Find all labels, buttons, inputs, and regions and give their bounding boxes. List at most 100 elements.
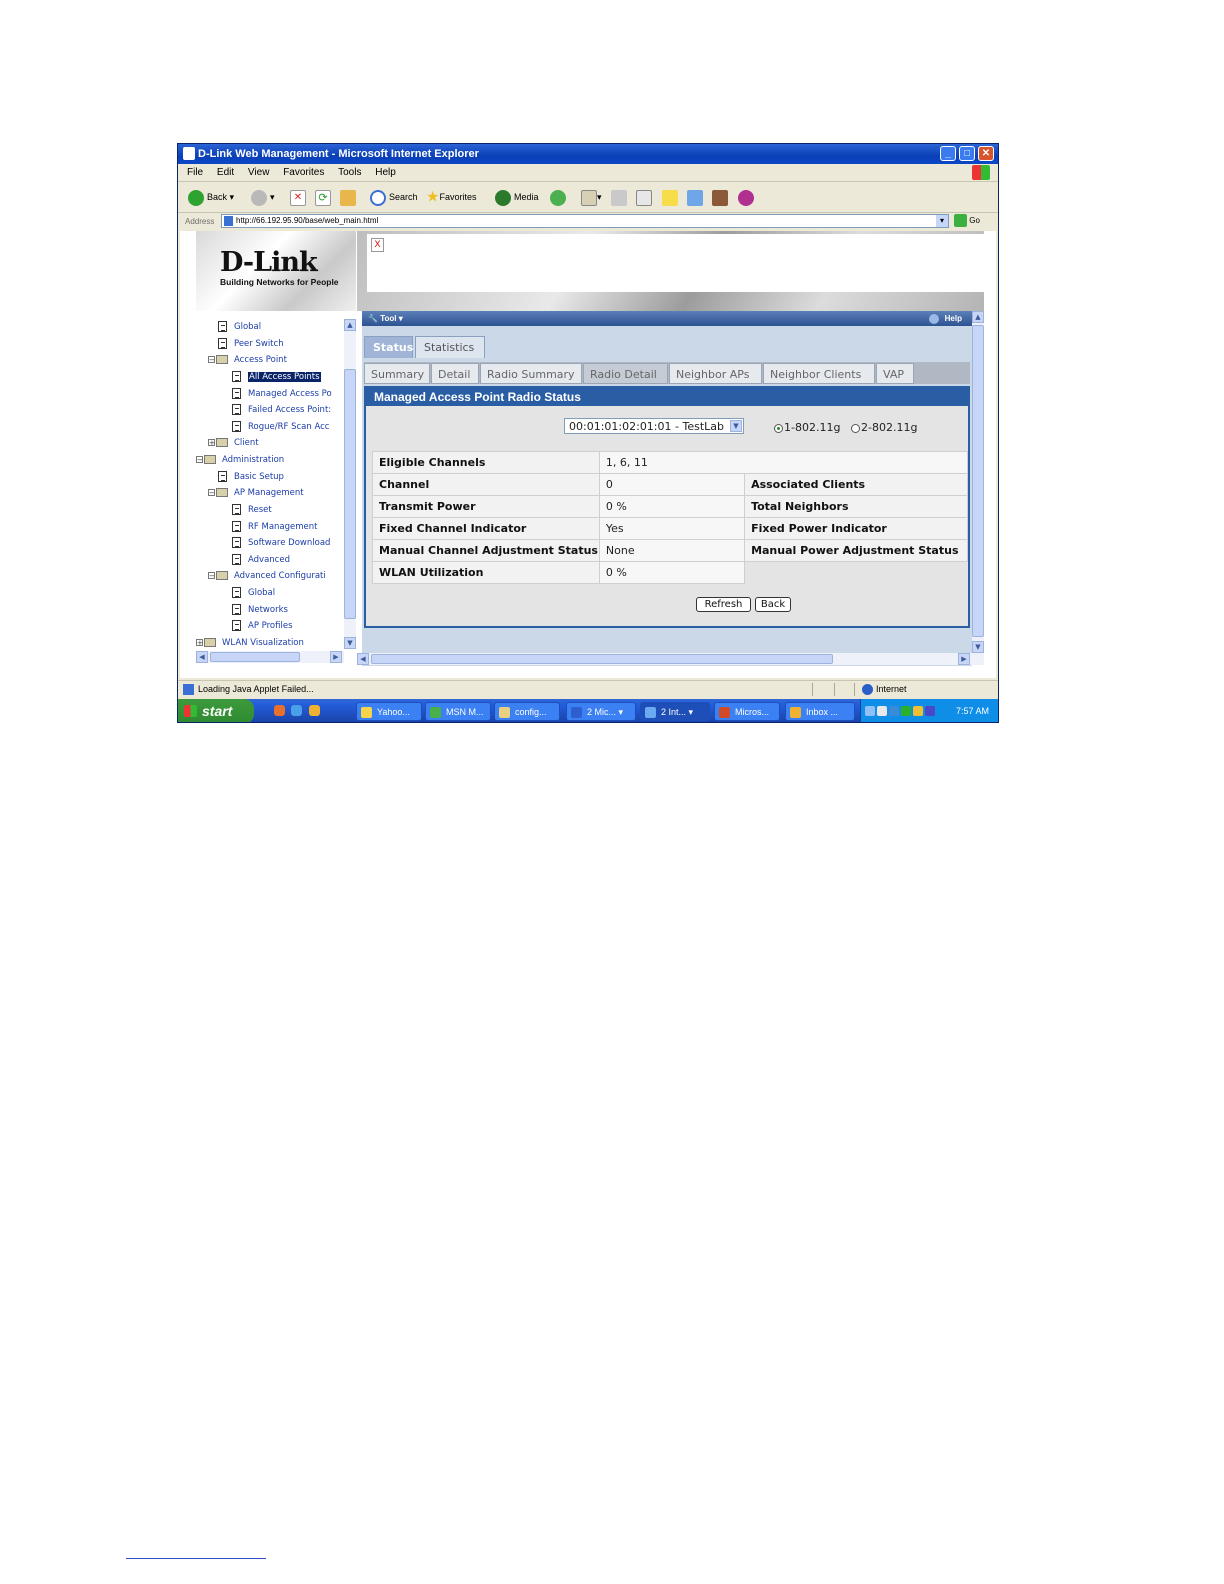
task-config[interactable]: config...	[494, 702, 560, 721]
menu-edit[interactable]: Edit	[217, 167, 234, 178]
print-button[interactable]	[611, 188, 627, 206]
media-button[interactable]: Media	[495, 188, 539, 206]
tab-detail[interactable]: Detail	[431, 363, 479, 384]
menu-favorites[interactable]: Favorites	[283, 167, 324, 178]
nav-item-ap-profiles[interactable]: AP Profiles	[232, 618, 293, 634]
history-button[interactable]	[550, 188, 569, 206]
tab-radio-summary[interactable]: Radio Summary	[480, 363, 582, 384]
tab-radio-detail[interactable]: Radio Detail	[583, 363, 668, 384]
tab-statistics[interactable]: Statistics	[415, 336, 485, 358]
nav-item-software-download[interactable]: Software Download	[232, 535, 330, 551]
nav-item-managed-access-points[interactable]: Managed Access Po	[232, 386, 332, 402]
mail-button[interactable]: ▾	[581, 188, 602, 206]
nav-vertical-scrollbar[interactable]: ▲ ▼	[344, 319, 356, 649]
tool-menu[interactable]: 🔧 Tool ▾	[368, 311, 403, 326]
nav-item-ap-management[interactable]: − AP Management	[208, 485, 304, 501]
tray-icon[interactable]	[877, 706, 887, 716]
tray-icon[interactable]	[865, 706, 875, 716]
nav-item-global-config[interactable]: Global	[232, 585, 275, 601]
yahoo-button[interactable]	[738, 188, 757, 206]
nav-item-failed-access-points[interactable]: Failed Access Point:	[232, 402, 331, 418]
expand-icon[interactable]: +	[196, 639, 203, 647]
messenger-button[interactable]	[712, 188, 728, 206]
task-msn[interactable]: MSN M...	[425, 702, 491, 721]
nav-hscroll-thumb[interactable]	[210, 652, 300, 662]
content-vertical-scrollbar[interactable]: ▲ ▼	[972, 311, 984, 653]
expand-icon[interactable]: +	[208, 439, 215, 447]
collapse-icon[interactable]: −	[208, 356, 215, 364]
ap-select-dropdown[interactable]: 00:01:01:02:01:01 - TestLab ▼	[564, 418, 744, 434]
scroll-right-icon[interactable]: ▶	[958, 653, 970, 665]
nav-item-administration[interactable]: − Administration	[196, 452, 284, 468]
nav-item-advanced[interactable]: Advanced	[232, 552, 290, 568]
task-yahoo[interactable]: Yahoo...	[356, 702, 422, 721]
network-icon[interactable]	[889, 706, 899, 716]
address-input[interactable]: http://66.192.95.90/base/web_main.html ▾	[221, 214, 949, 228]
collapse-icon[interactable]: −	[208, 489, 215, 497]
ie-icon[interactable]	[291, 705, 302, 716]
nav-item-rf-management[interactable]: RF Management	[232, 519, 318, 535]
scroll-left-icon[interactable]: ◀	[357, 653, 369, 665]
collapse-icon[interactable]: −	[196, 456, 203, 464]
forward-button[interactable]: ▾	[251, 188, 275, 206]
nav-item-access-point[interactable]: − Access Point	[208, 352, 287, 368]
favorites-button[interactable]: ★Favorites	[426, 188, 476, 206]
stop-button[interactable]: ✕	[290, 188, 306, 206]
chevron-down-icon[interactable]: ▼	[730, 420, 742, 432]
quicklaunch-icon[interactable]	[274, 705, 285, 716]
go-button[interactable]: Go	[954, 214, 980, 228]
nav-item-client[interactable]: + Client	[208, 435, 259, 451]
chevron-down-icon[interactable]: ▾	[936, 215, 948, 227]
help-button[interactable]: Help	[929, 311, 962, 326]
nav-item-wlan-visualization[interactable]: + WLAN Visualization	[196, 635, 304, 649]
refresh-page-button[interactable]: ⟳	[315, 188, 331, 206]
scroll-right-icon[interactable]: ▶	[330, 651, 342, 663]
close-button[interactable]: ✕	[978, 146, 994, 161]
search-button[interactable]: Search	[370, 188, 418, 206]
refresh-button[interactable]: Refresh	[696, 597, 751, 612]
nav-item-basic-setup[interactable]: Basic Setup	[218, 469, 284, 485]
nav-item-rogue-rf-scan[interactable]: Rogue/RF Scan Acc	[232, 419, 329, 435]
maximize-button[interactable]: □	[959, 146, 975, 161]
nav-item-all-access-points[interactable]: All Access Points	[232, 369, 321, 385]
tab-neighbor-aps[interactable]: Neighbor APs	[669, 363, 762, 384]
menu-tools[interactable]: Tools	[338, 167, 361, 178]
radio-button-unchecked[interactable]	[851, 423, 860, 433]
menu-view[interactable]: View	[248, 167, 270, 178]
back-button[interactable]: Back ▾	[188, 188, 234, 206]
research-button[interactable]	[687, 188, 703, 206]
scroll-down-icon[interactable]: ▼	[972, 641, 984, 653]
notes-button[interactable]	[662, 188, 678, 206]
nav-item-advanced-configuration[interactable]: − Advanced Configurati	[208, 568, 326, 584]
nav-scroll-thumb[interactable]	[344, 369, 356, 619]
task-microsoft[interactable]: Micros...	[714, 702, 780, 721]
task-microsoft-word[interactable]: 2 Mic... ▾	[566, 702, 636, 721]
radio-option-2[interactable]: 2-802.11g	[851, 421, 917, 434]
menu-help[interactable]: Help	[375, 167, 396, 178]
scroll-up-icon[interactable]: ▲	[972, 311, 984, 323]
start-button[interactable]: start	[178, 699, 254, 722]
task-internet-explorer[interactable]: 2 Int... ▾	[640, 702, 710, 721]
menu-file[interactable]: File	[187, 167, 203, 178]
nav-item-peer-switch[interactable]: Peer Switch	[218, 336, 284, 352]
task-inbox[interactable]: Inbox ...	[785, 702, 855, 721]
nav-horizontal-scrollbar[interactable]: ◀ ▶	[196, 651, 344, 663]
content-horizontal-scrollbar[interactable]: ◀ ▶	[357, 653, 984, 665]
scroll-left-icon[interactable]: ◀	[196, 651, 208, 663]
minimize-button[interactable]: _	[940, 146, 956, 161]
scroll-up-icon[interactable]: ▲	[344, 319, 356, 331]
tab-status[interactable]: Status	[364, 336, 413, 358]
tab-summary[interactable]: Summary	[364, 363, 430, 384]
tray-icon[interactable]	[901, 706, 911, 716]
content-hscroll-thumb[interactable]	[371, 654, 833, 664]
collapse-icon[interactable]: −	[208, 572, 215, 580]
volume-icon[interactable]	[913, 706, 923, 716]
tray-icon[interactable]	[925, 706, 935, 716]
content-scroll-thumb[interactable]	[972, 325, 984, 637]
tab-vap[interactable]: VAP	[876, 363, 914, 384]
edit-button[interactable]	[636, 188, 652, 206]
nav-item-reset[interactable]: Reset	[232, 502, 272, 518]
outlook-icon[interactable]	[309, 705, 320, 716]
nav-item-global[interactable]: Global	[218, 319, 261, 335]
radio-button-checked[interactable]	[774, 423, 783, 433]
